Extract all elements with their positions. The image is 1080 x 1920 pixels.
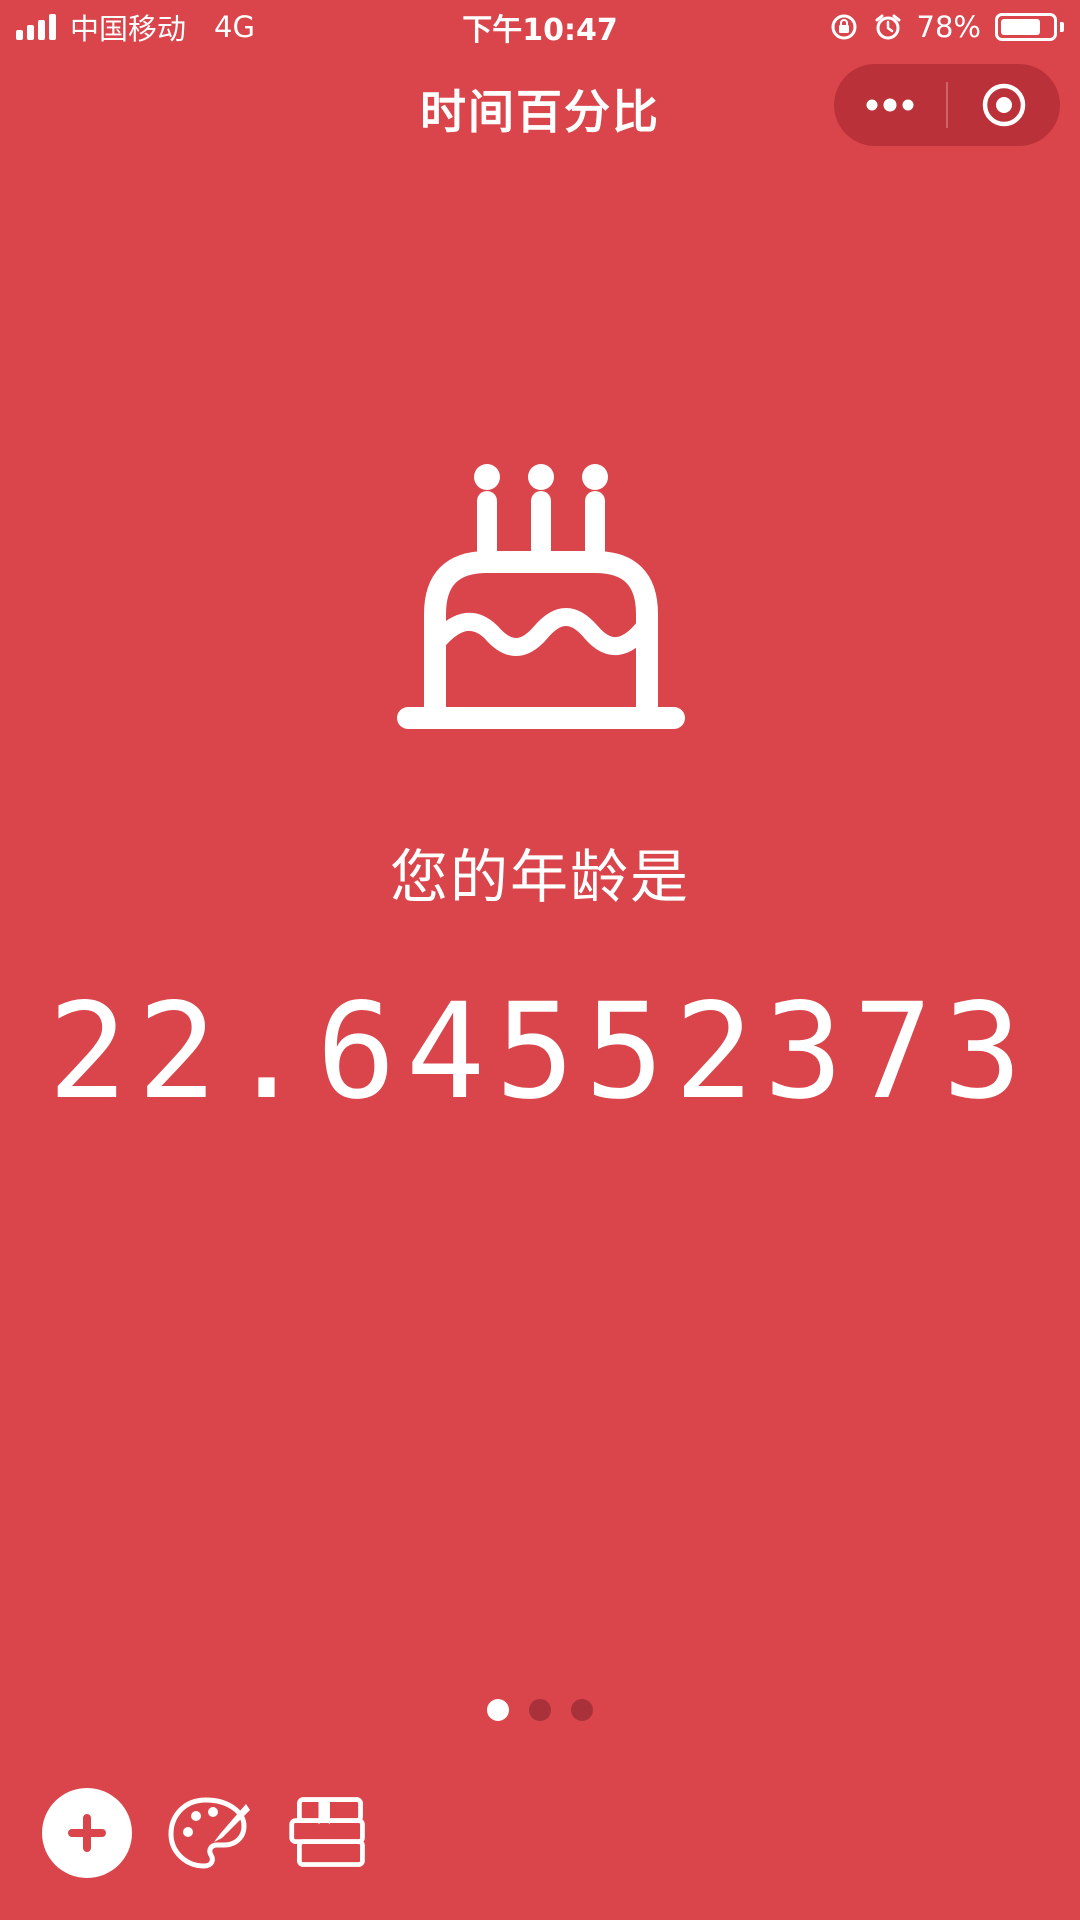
pager-dot[interactable] <box>487 1699 509 1721</box>
pager-dot[interactable] <box>571 1699 593 1721</box>
rotation-lock-icon <box>831 14 857 40</box>
alarm-icon <box>875 14 901 40</box>
library-button[interactable] <box>286 1790 372 1876</box>
network-label: 4G <box>214 10 255 44</box>
battery-icon <box>995 13 1064 41</box>
pager-dot[interactable] <box>529 1699 551 1721</box>
add-icon <box>68 1814 106 1852</box>
status-bar: 中国移动 4G 下午10:47 78% <box>0 0 1080 54</box>
pager-dots <box>0 1699 1080 1721</box>
mini-program-capsule <box>834 64 1060 146</box>
status-time: 下午10:47 <box>462 13 618 48</box>
signal-icon <box>16 14 56 40</box>
palette-icon <box>168 1797 250 1869</box>
close-button[interactable] <box>948 64 1060 146</box>
more-button[interactable] <box>834 64 946 146</box>
target-circle-icon <box>982 83 1026 127</box>
carrier-label: 中国移动 <box>70 12 187 46</box>
bottom-toolbar <box>42 1788 372 1878</box>
theme-button[interactable] <box>166 1790 252 1876</box>
battery-fill <box>1001 19 1040 35</box>
age-value: 22.64552373 <box>47 975 1033 1129</box>
more-dots-icon <box>866 98 914 112</box>
books-icon <box>289 1797 365 1867</box>
status-right: 78% <box>829 10 1064 44</box>
birthday-cake-icon <box>397 464 685 729</box>
age-label: 您的年龄是 <box>389 843 690 911</box>
status-left: 中国移动 4G <box>16 6 255 48</box>
add-button[interactable] <box>42 1788 132 1878</box>
battery-percent: 78% <box>916 10 981 44</box>
nav-bar: 时间百分比 <box>0 54 1080 156</box>
